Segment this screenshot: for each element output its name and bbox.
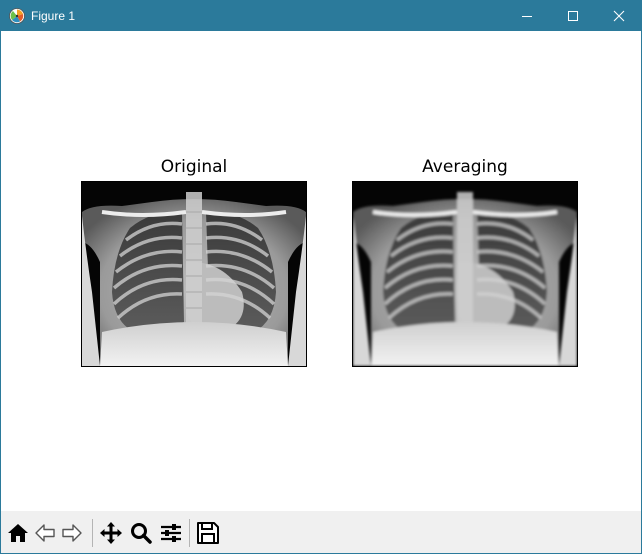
home-button[interactable] [5,520,31,546]
back-arrow-icon [35,524,55,542]
save-button[interactable] [195,520,221,546]
subplot-title-averaging: Averaging [422,157,508,177]
configure-subplots-icon [161,524,181,542]
figure-canvas[interactable]: Original Averaging [1,31,641,511]
subplot-title-original: Original [160,157,228,177]
minimize-icon [522,16,532,17]
pan-button[interactable] [98,520,124,546]
close-button[interactable] [596,1,641,31]
title-bar[interactable]: Figure 1 [1,1,641,31]
xray-image-original [82,182,306,366]
navigation-toolbar [1,511,641,553]
matplotlib-logo-icon [9,8,25,24]
toolbar-separator [189,519,190,547]
save-icon [197,522,219,544]
toolbar-separator [92,519,93,547]
home-icon [8,524,28,542]
axes-averaging[interactable] [352,181,578,367]
axes-original[interactable] [81,181,307,367]
minimize-button[interactable] [504,1,550,31]
close-icon [613,10,625,22]
forward-button[interactable] [59,520,85,546]
configure-subplots-button[interactable] [158,520,184,546]
figure-window: Figure 1 Original Averaging [0,0,642,554]
xray-image-averaging [353,182,577,366]
forward-arrow-icon [62,524,82,542]
back-button[interactable] [32,520,58,546]
pan-icon [100,522,122,544]
maximize-icon [568,11,578,21]
zoom-icon [131,523,152,544]
zoom-button[interactable] [128,520,154,546]
maximize-button[interactable] [550,1,596,31]
window-title: Figure 1 [31,9,76,23]
